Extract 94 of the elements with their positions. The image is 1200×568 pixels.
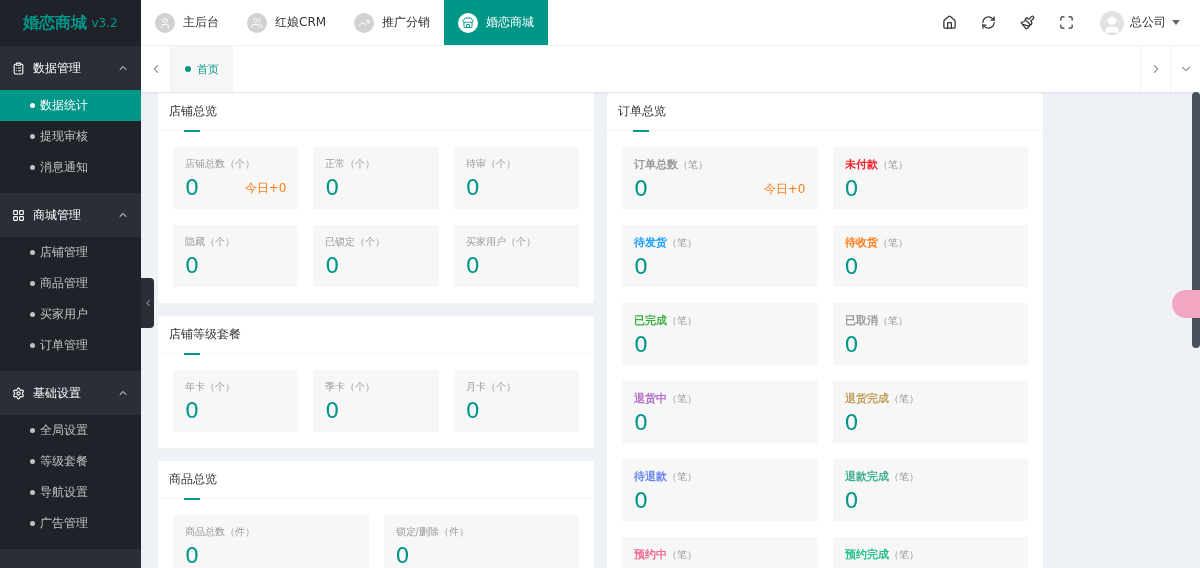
brand-name: 婚恋商城: [23, 12, 88, 34]
user-icon: [155, 12, 175, 33]
fullscreen-icon: [1059, 15, 1074, 30]
people-icon: [247, 12, 267, 33]
stat-label: 待收货（笔）: [844, 235, 909, 250]
trend-chart-icon: [354, 12, 375, 33]
stat-label: 未付款（笔）: [844, 157, 909, 172]
stat-label: 待审（个）: [465, 157, 517, 171]
today-count: 今日+0: [244, 179, 287, 197]
stat-value: 0: [634, 254, 648, 280]
module-tab[interactable]: 推广分销: [340, 0, 445, 45]
stat-label: 待发货（笔）: [634, 235, 698, 250]
stat-label: 隐藏（个）: [185, 235, 236, 249]
sidebar-item[interactable]: 等级套餐: [0, 446, 141, 477]
stat-label: 已锁定（个）: [325, 235, 387, 249]
caret-icon: [1172, 20, 1180, 25]
stat-value: 0: [844, 332, 859, 358]
collapse-sidebar-button[interactable]: [141, 278, 154, 328]
sidebar-item[interactable]: 广告管理: [0, 508, 141, 539]
stat-value: 0: [634, 488, 648, 514]
module-tab[interactable]: 主后台: [141, 0, 233, 45]
home-icon: [942, 15, 957, 30]
stat-label: 月卡（个）: [465, 380, 517, 394]
title-underline: [633, 130, 649, 132]
store-icon: [458, 12, 479, 33]
sidebar-item[interactable]: 买家用户: [0, 299, 141, 330]
stat-value: 0: [325, 253, 340, 279]
module-tab[interactable]: 婚恋商城: [444, 0, 549, 45]
scroll-right-button[interactable]: [1140, 46, 1170, 92]
sidebar-item[interactable]: 全局设置: [0, 415, 141, 446]
refresh-icon: [981, 15, 996, 30]
stat-value: 0: [465, 175, 480, 201]
clipboard-icon: [12, 61, 25, 75]
sidebar-section[interactable]: 数据管理: [0, 46, 141, 90]
sidebar-item[interactable]: 商品管理: [0, 268, 141, 299]
floating-chat-button[interactable]: [1172, 290, 1200, 318]
brush-icon: [1020, 15, 1035, 30]
stat-label: 店铺总数（个）: [185, 157, 256, 171]
tab-menu-button[interactable]: [1170, 46, 1200, 92]
stat-value: 0: [844, 488, 859, 514]
stat-label: 商品总数（件）: [185, 525, 256, 539]
sidebar-item[interactable]: 提现审核: [0, 121, 141, 152]
card-title: 店铺等级套餐: [158, 316, 594, 354]
stat-label: 退货中（笔）: [634, 391, 698, 406]
stat-value: 0: [465, 253, 480, 279]
sidebar-item[interactable]: 数据统计: [0, 90, 141, 121]
sidebar-item[interactable]: 订单管理: [0, 330, 141, 361]
card-title: 店铺总览: [158, 93, 594, 131]
stat-label: 预约中（笔）: [634, 547, 698, 562]
avatar-icon: [1100, 10, 1124, 35]
stat-value: 0: [185, 253, 199, 279]
stat-value: 0: [325, 175, 340, 201]
stat-value: 0: [634, 176, 648, 202]
stat-value: 0: [634, 410, 648, 436]
card-title: 商品总览: [158, 461, 594, 499]
stat-label: 退货完成（笔）: [844, 391, 920, 406]
scroll-left-button[interactable]: [141, 46, 171, 92]
stat-value: 0: [465, 398, 480, 424]
stat-label: 季卡（个）: [325, 380, 377, 394]
sidebar-item[interactable]: 消息通知: [0, 152, 141, 183]
stat-value: 0: [844, 176, 859, 202]
stat-label: 锁定/删除（件）: [395, 525, 470, 539]
stat-value: 0: [395, 543, 410, 568]
stat-label: 已取消（笔）: [844, 313, 909, 328]
stat-label: 正常（个）: [325, 157, 377, 171]
stat-value: 0: [185, 543, 199, 568]
today-count: 今日+0: [763, 180, 806, 198]
sidebar-section[interactable]: 商城管理: [0, 193, 141, 237]
stat-value: 0: [634, 332, 648, 358]
grid-icon: [12, 208, 25, 222]
user-menu[interactable]: 总公司: [1086, 0, 1200, 45]
title-underline: [184, 498, 200, 500]
page-tab[interactable]: 首页: [171, 46, 233, 92]
sidebar-item[interactable]: 导航设置: [0, 477, 141, 508]
stat-label: 预约完成（笔）: [844, 547, 920, 562]
title-underline: [184, 353, 200, 355]
stat-value: 0: [844, 254, 859, 280]
stat-value: 0: [844, 410, 859, 436]
stat-label: 退款完成（笔）: [844, 469, 920, 484]
stat-label: 年卡（个）: [185, 380, 236, 394]
stat-label: 已完成（笔）: [634, 313, 698, 328]
sidebar-section[interactable]: 基础设置: [0, 371, 141, 415]
stat-value: 0: [185, 398, 199, 424]
stat-label: 买家用户（个）: [465, 235, 537, 249]
stat-label: 待退款（笔）: [634, 469, 698, 484]
stat-value: 0: [185, 175, 199, 201]
stat-label: 订单总数（笔）: [634, 157, 709, 172]
stat-value: 0: [325, 398, 340, 424]
card-title: 订单总览: [607, 93, 1043, 131]
settings-icon: [12, 386, 25, 400]
module-tab[interactable]: 红娘CRM: [233, 0, 341, 45]
sidebar-item[interactable]: 店铺管理: [0, 237, 141, 268]
brand-version: v3.2: [91, 16, 118, 30]
title-underline: [184, 130, 200, 132]
